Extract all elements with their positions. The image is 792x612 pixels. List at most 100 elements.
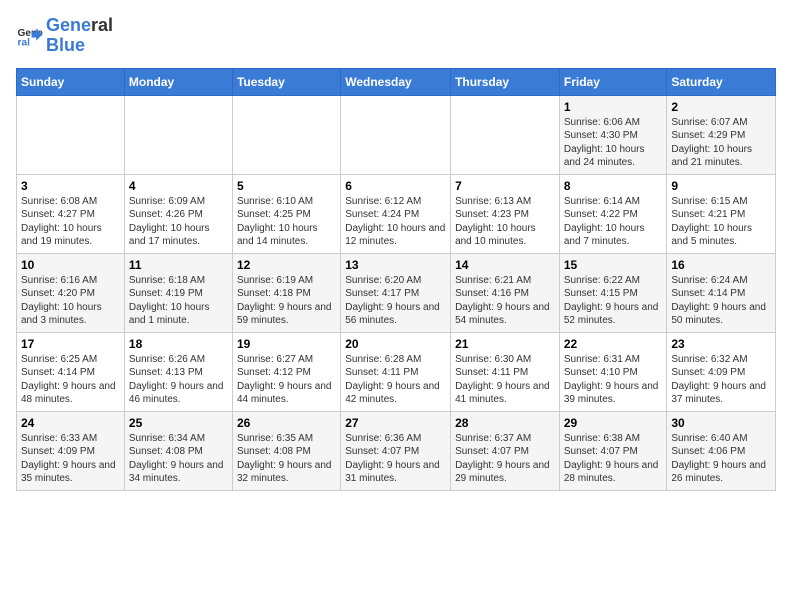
day-number: 25 bbox=[129, 416, 228, 430]
day-number: 9 bbox=[671, 179, 771, 193]
day-number: 6 bbox=[345, 179, 446, 193]
day-number: 21 bbox=[455, 337, 555, 351]
day-number: 28 bbox=[455, 416, 555, 430]
day-number: 10 bbox=[21, 258, 120, 272]
day-cell bbox=[232, 95, 340, 174]
day-cell: 29Sunrise: 6:38 AM Sunset: 4:07 PM Dayli… bbox=[559, 411, 667, 490]
svg-text:ral: ral bbox=[18, 37, 31, 48]
day-cell: 7 Sunrise: 6:13 AM Sunset: 4:23 PM Daylig… bbox=[451, 174, 560, 253]
day-info: Sunrise: 6:30 AM Sunset: 4:11 PM Dayligh… bbox=[455, 353, 555, 407]
day-cell: 20 Sunrise: 6:28 AM Sunset: 4:11 PM Dayli… bbox=[341, 332, 451, 411]
day-number: 12 bbox=[237, 258, 336, 272]
day-cell: 9 Sunrise: 6:15 AM Sunset: 4:21 PM Daylig… bbox=[667, 174, 776, 253]
day-info: Sunrise: 6:13 AM Sunset: 4:23 PM Dayligh… bbox=[455, 195, 555, 249]
day-cell: 16 Sunrise: 6:24 AM Sunset: 4:14 PM Dayli… bbox=[667, 253, 776, 332]
day-cell: 23Sunrise: 6:32 AM Sunset: 4:09 PM Dayli… bbox=[667, 332, 776, 411]
day-number: 19 bbox=[237, 337, 336, 351]
day-number: 22 bbox=[564, 337, 663, 351]
day-info: Sunrise: 6:22 AM Sunset: 4:15 PM Dayligh… bbox=[564, 274, 663, 328]
day-info: Sunrise: 6:33 AM Sunset: 4:09 PM Dayligh… bbox=[21, 432, 120, 486]
day-number: 2 bbox=[671, 100, 771, 114]
day-cell: 27 Sunrise: 6:36 AM Sunset: 4:07 PM Dayli… bbox=[341, 411, 451, 490]
week-row-4: 17Sunrise: 6:25 AM Sunset: 4:14 PM Dayli… bbox=[17, 332, 776, 411]
day-info: Sunrise: 6:40 AM Sunset: 4:06 PM Dayligh… bbox=[671, 432, 771, 486]
day-number: 8 bbox=[564, 179, 663, 193]
day-cell: 21 Sunrise: 6:30 AM Sunset: 4:11 PM Dayli… bbox=[451, 332, 560, 411]
day-number: 27 bbox=[345, 416, 446, 430]
day-info: Sunrise: 6:31 AM Sunset: 4:10 PM Dayligh… bbox=[564, 353, 663, 407]
col-header-sunday: Sunday bbox=[17, 68, 125, 95]
day-number: 29 bbox=[564, 416, 663, 430]
col-header-wednesday: Wednesday bbox=[341, 68, 451, 95]
day-number: 20 bbox=[345, 337, 446, 351]
day-number: 14 bbox=[455, 258, 555, 272]
day-info: Sunrise: 6:28 AM Sunset: 4:11 PM Dayligh… bbox=[345, 353, 446, 407]
day-cell: 30Sunrise: 6:40 AM Sunset: 4:06 PM Dayli… bbox=[667, 411, 776, 490]
day-cell: 17Sunrise: 6:25 AM Sunset: 4:14 PM Dayli… bbox=[17, 332, 125, 411]
day-info: Sunrise: 6:37 AM Sunset: 4:07 PM Dayligh… bbox=[455, 432, 555, 486]
day-number: 4 bbox=[129, 179, 228, 193]
day-info: Sunrise: 6:15 AM Sunset: 4:21 PM Dayligh… bbox=[671, 195, 771, 249]
day-cell: 14Sunrise: 6:21 AM Sunset: 4:16 PM Dayli… bbox=[451, 253, 560, 332]
day-cell: 28 Sunrise: 6:37 AM Sunset: 4:07 PM Dayli… bbox=[451, 411, 560, 490]
day-number: 15 bbox=[564, 258, 663, 272]
day-cell: 10 Sunrise: 6:16 AM Sunset: 4:20 PM Dayli… bbox=[17, 253, 125, 332]
day-info: Sunrise: 6:27 AM Sunset: 4:12 PM Dayligh… bbox=[237, 353, 336, 407]
week-row-2: 3Sunrise: 6:08 AM Sunset: 4:27 PM Daylig… bbox=[17, 174, 776, 253]
day-number: 24 bbox=[21, 416, 120, 430]
day-cell: 24 Sunrise: 6:33 AM Sunset: 4:09 PM Dayli… bbox=[17, 411, 125, 490]
day-number: 7 bbox=[455, 179, 555, 193]
day-number: 18 bbox=[129, 337, 228, 351]
col-header-friday: Friday bbox=[559, 68, 667, 95]
day-cell: 15 Sunrise: 6:22 AM Sunset: 4:15 PM Dayli… bbox=[559, 253, 667, 332]
day-number: 11 bbox=[129, 258, 228, 272]
day-cell: 3Sunrise: 6:08 AM Sunset: 4:27 PM Daylig… bbox=[17, 174, 125, 253]
day-cell: 11 Sunrise: 6:18 AM Sunset: 4:19 PM Dayli… bbox=[124, 253, 232, 332]
day-info: Sunrise: 6:14 AM Sunset: 4:22 PM Dayligh… bbox=[564, 195, 663, 249]
day-cell bbox=[451, 95, 560, 174]
day-number: 16 bbox=[671, 258, 771, 272]
day-info: Sunrise: 6:19 AM Sunset: 4:18 PM Dayligh… bbox=[237, 274, 336, 328]
day-cell: 18 Sunrise: 6:26 AM Sunset: 4:13 PM Dayli… bbox=[124, 332, 232, 411]
week-row-3: 10 Sunrise: 6:16 AM Sunset: 4:20 PM Dayli… bbox=[17, 253, 776, 332]
day-info: Sunrise: 6:18 AM Sunset: 4:19 PM Dayligh… bbox=[129, 274, 228, 328]
day-number: 13 bbox=[345, 258, 446, 272]
day-number: 26 bbox=[237, 416, 336, 430]
day-cell bbox=[17, 95, 125, 174]
week-row-5: 24 Sunrise: 6:33 AM Sunset: 4:09 PM Dayli… bbox=[17, 411, 776, 490]
day-info: Sunrise: 6:16 AM Sunset: 4:20 PM Dayligh… bbox=[21, 274, 120, 328]
day-cell: 2 Sunrise: 6:07 AM Sunset: 4:29 PM Daylig… bbox=[667, 95, 776, 174]
day-cell: 4Sunrise: 6:09 AM Sunset: 4:26 PM Daylig… bbox=[124, 174, 232, 253]
day-info: Sunrise: 6:32 AM Sunset: 4:09 PM Dayligh… bbox=[671, 353, 771, 407]
logo-icon: Gene ral bbox=[16, 22, 44, 50]
day-info: Sunrise: 6:10 AM Sunset: 4:25 PM Dayligh… bbox=[237, 195, 336, 249]
day-cell bbox=[124, 95, 232, 174]
day-cell: 6 Sunrise: 6:12 AM Sunset: 4:24 PM Daylig… bbox=[341, 174, 451, 253]
col-header-thursday: Thursday bbox=[451, 68, 560, 95]
day-number: 5 bbox=[237, 179, 336, 193]
day-info: Sunrise: 6:26 AM Sunset: 4:13 PM Dayligh… bbox=[129, 353, 228, 407]
day-info: Sunrise: 6:36 AM Sunset: 4:07 PM Dayligh… bbox=[345, 432, 446, 486]
day-info: Sunrise: 6:06 AM Sunset: 4:30 PM Dayligh… bbox=[564, 116, 663, 170]
day-info: Sunrise: 6:20 AM Sunset: 4:17 PM Dayligh… bbox=[345, 274, 446, 328]
logo-text-line1: General bbox=[46, 16, 113, 36]
day-info: Sunrise: 6:34 AM Sunset: 4:08 PM Dayligh… bbox=[129, 432, 228, 486]
day-cell: 1 Sunrise: 6:06 AM Sunset: 4:30 PM Daylig… bbox=[559, 95, 667, 174]
logo-text-line2: Blue bbox=[46, 36, 113, 56]
day-info: Sunrise: 6:12 AM Sunset: 4:24 PM Dayligh… bbox=[345, 195, 446, 249]
day-info: Sunrise: 6:07 AM Sunset: 4:29 PM Dayligh… bbox=[671, 116, 771, 170]
day-cell bbox=[341, 95, 451, 174]
day-info: Sunrise: 6:25 AM Sunset: 4:14 PM Dayligh… bbox=[21, 353, 120, 407]
day-info: Sunrise: 6:24 AM Sunset: 4:14 PM Dayligh… bbox=[671, 274, 771, 328]
calendar-header-row: SundayMondayTuesdayWednesdayThursdayFrid… bbox=[17, 68, 776, 95]
day-info: Sunrise: 6:35 AM Sunset: 4:08 PM Dayligh… bbox=[237, 432, 336, 486]
day-number: 1 bbox=[564, 100, 663, 114]
day-cell: 12 Sunrise: 6:19 AM Sunset: 4:18 PM Dayli… bbox=[232, 253, 340, 332]
col-header-tuesday: Tuesday bbox=[232, 68, 340, 95]
col-header-monday: Monday bbox=[124, 68, 232, 95]
week-row-1: 1 Sunrise: 6:06 AM Sunset: 4:30 PM Daylig… bbox=[17, 95, 776, 174]
day-cell: 13 Sunrise: 6:20 AM Sunset: 4:17 PM Dayli… bbox=[341, 253, 451, 332]
col-header-saturday: Saturday bbox=[667, 68, 776, 95]
day-cell: 5 Sunrise: 6:10 AM Sunset: 4:25 PM Daylig… bbox=[232, 174, 340, 253]
day-info: Sunrise: 6:08 AM Sunset: 4:27 PM Dayligh… bbox=[21, 195, 120, 249]
